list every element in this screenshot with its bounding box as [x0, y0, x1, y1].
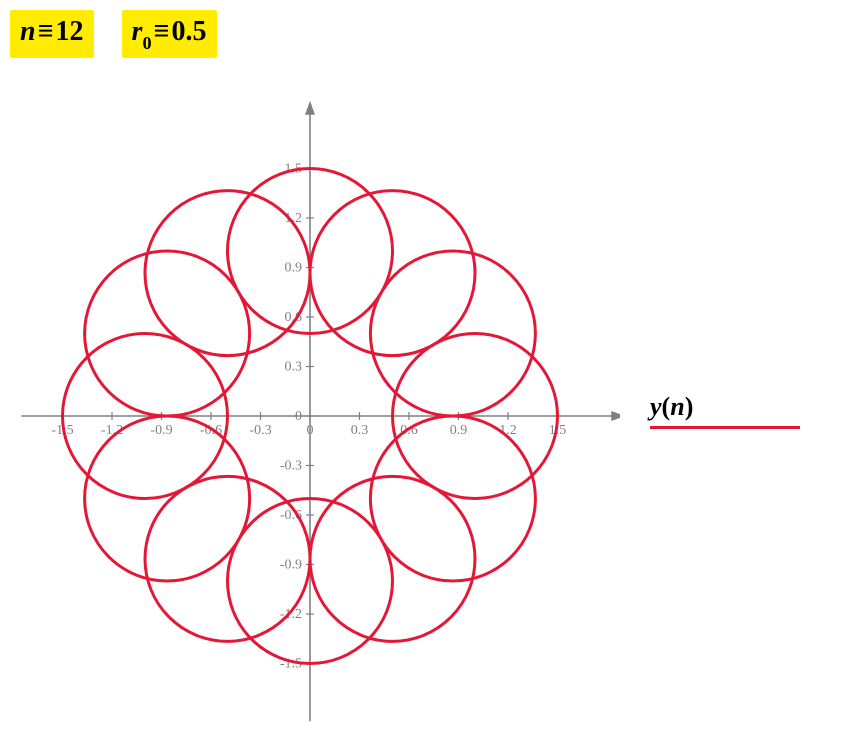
legend: y(n) [650, 392, 830, 429]
x-tick-label: -0.3 [249, 423, 271, 438]
chart-area: -1.5-1.2-0.9-0.6-0.300.30.60.91.21.5-1.5… [0, 96, 620, 736]
series-circle [370, 251, 535, 416]
param-r0-value: 0.5 [172, 16, 207, 48]
equiv-symbol: ≡ [152, 16, 172, 48]
x-tick-label: -0.9 [150, 423, 172, 438]
param-r0-var: r0 [132, 16, 152, 52]
series-circle [370, 416, 535, 581]
y-tick-label: 0 [295, 409, 302, 424]
x-tick-label: 0 [307, 423, 314, 438]
y-axis-arrow-icon [305, 101, 315, 115]
x-axis-arrow-icon [611, 411, 620, 421]
y-tick-label: -0.3 [280, 459, 302, 474]
y-tick-label: -0.9 [280, 558, 302, 573]
y-tick-label: 0.9 [285, 261, 303, 276]
equiv-symbol: ≡ [36, 16, 56, 48]
param-r0[interactable]: r0 ≡ 0.5 [122, 10, 217, 58]
series-circle [310, 476, 475, 641]
param-n[interactable]: n ≡ 12 [10, 10, 94, 58]
param-n-var: n [20, 16, 36, 48]
legend-label: y(n) [650, 392, 830, 422]
param-n-value: 12 [56, 16, 84, 48]
x-tick-label: 0.9 [450, 423, 468, 438]
chart-svg: -1.5-1.2-0.9-0.6-0.300.30.60.91.21.5-1.5… [0, 96, 620, 736]
x-tick-label: 0.3 [351, 423, 369, 438]
legend-underline [650, 426, 800, 429]
y-tick-label: 0.3 [285, 360, 303, 375]
series-circle [85, 416, 250, 581]
